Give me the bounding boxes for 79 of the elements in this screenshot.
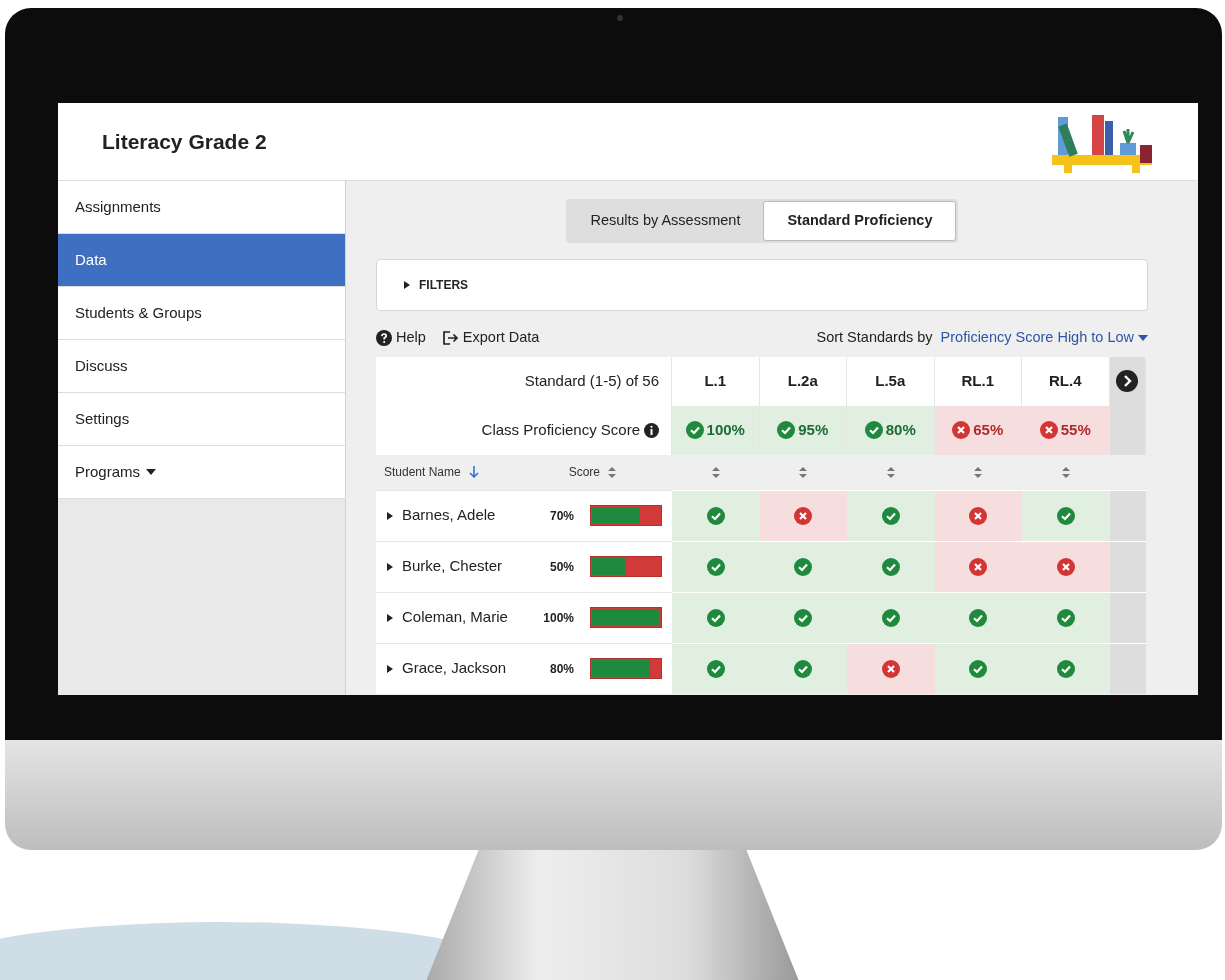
cross-circle-icon [952, 421, 971, 439]
caret-icon [403, 280, 411, 289]
export-icon [441, 329, 459, 346]
standard-code: L.1 [672, 356, 760, 406]
help-link[interactable]: Help [376, 326, 426, 349]
cross-circle-icon [969, 557, 988, 576]
sidebar-item[interactable]: Assignments [58, 181, 345, 234]
check-circle-icon [794, 659, 813, 678]
cross-circle-icon [881, 659, 900, 678]
student-row-toggle[interactable]: Burke, Chester [386, 555, 503, 578]
sort-icon[interactable] [1061, 466, 1070, 478]
check-circle-icon [969, 608, 988, 627]
sidebar-item[interactable]: Students & Groups [58, 287, 345, 340]
check-circle-icon [777, 421, 796, 439]
check-circle-icon [794, 557, 813, 576]
check-circle-icon [969, 659, 988, 678]
check-circle-icon [881, 608, 900, 627]
view-tab[interactable]: Results by Assessment [567, 201, 764, 241]
score-column-header[interactable]: Score [568, 463, 616, 481]
score-text: 50% [548, 558, 574, 576]
check-circle-icon [794, 608, 813, 627]
sidebar-item[interactable]: Discuss [58, 340, 345, 393]
standard-range: Standard (1-5) of 56 [376, 356, 672, 406]
sort-icon[interactable] [608, 466, 616, 478]
sort-label: Sort Standards by [816, 327, 933, 347]
check-circle-icon [1056, 659, 1075, 678]
check-circle-icon [706, 608, 725, 627]
check-circle-icon [685, 421, 704, 439]
student-row-toggle[interactable]: Barnes, Adele [386, 504, 496, 527]
caret-icon [386, 562, 394, 571]
sort-icon[interactable] [886, 466, 895, 478]
class-score-cell: 55% [1022, 405, 1110, 455]
check-circle-icon [1056, 506, 1075, 525]
class-score-cell: 95% [759, 405, 847, 455]
check-circle-icon [881, 506, 900, 525]
score-text: 70% [548, 507, 574, 525]
sort-dropdown[interactable]: Proficiency Score High to Low [940, 326, 1148, 349]
standard-code: L.2a [759, 356, 847, 406]
check-circle-icon [1056, 608, 1075, 627]
check-circle-icon [706, 557, 725, 576]
class-score-cell: 80% [847, 405, 935, 455]
check-circle-icon [706, 659, 725, 678]
name-column-header[interactable]: Student Name [384, 463, 479, 481]
sidebar-item[interactable]: Data [58, 234, 345, 287]
check-circle-icon [881, 557, 900, 576]
standard-code: RL.1 [934, 356, 1022, 406]
student-row-toggle[interactable]: Coleman, Marie [386, 606, 508, 629]
score-text: 80% [548, 660, 574, 678]
standard-code: L.5a [847, 356, 935, 406]
class-score-cell: 100% [672, 405, 760, 455]
score-text: 100% [542, 609, 574, 627]
view-tab[interactable]: Standard Proficiency [763, 201, 957, 241]
student-row-toggle[interactable]: Grace, Jackson [386, 657, 507, 680]
sort-icon[interactable] [711, 466, 720, 478]
help-icon [376, 329, 392, 346]
check-circle-icon [864, 421, 883, 439]
sidebar-item[interactable]: Settings [58, 393, 345, 446]
caret-icon [386, 511, 394, 520]
export-link[interactable]: Export Data [441, 326, 540, 349]
class-score-label: Class Proficiency Score [481, 419, 640, 440]
standard-code: RL.4 [1022, 356, 1110, 406]
cross-circle-icon [969, 506, 988, 525]
sort-icon[interactable] [974, 466, 983, 478]
caret-down-icon [1138, 334, 1148, 341]
cross-circle-icon [794, 506, 813, 525]
cross-circle-icon [1056, 557, 1075, 576]
class-score-cell: 65% [934, 405, 1022, 455]
check-circle-icon [706, 506, 725, 525]
cross-circle-icon [1039, 421, 1058, 439]
sidebar-item[interactable]: Programs [58, 446, 345, 499]
sort-icon[interactable] [799, 466, 808, 478]
sort-down-arrow-icon [468, 466, 479, 478]
caret-icon [386, 664, 394, 673]
app-title: Literacy Grade 2 [102, 128, 267, 155]
filters-label: FILTERS [419, 276, 469, 294]
info-icon [644, 422, 659, 438]
caret-down-icon [146, 469, 157, 475]
caret-icon [386, 613, 394, 622]
filters-panel[interactable]: FILTERS [376, 258, 1148, 311]
